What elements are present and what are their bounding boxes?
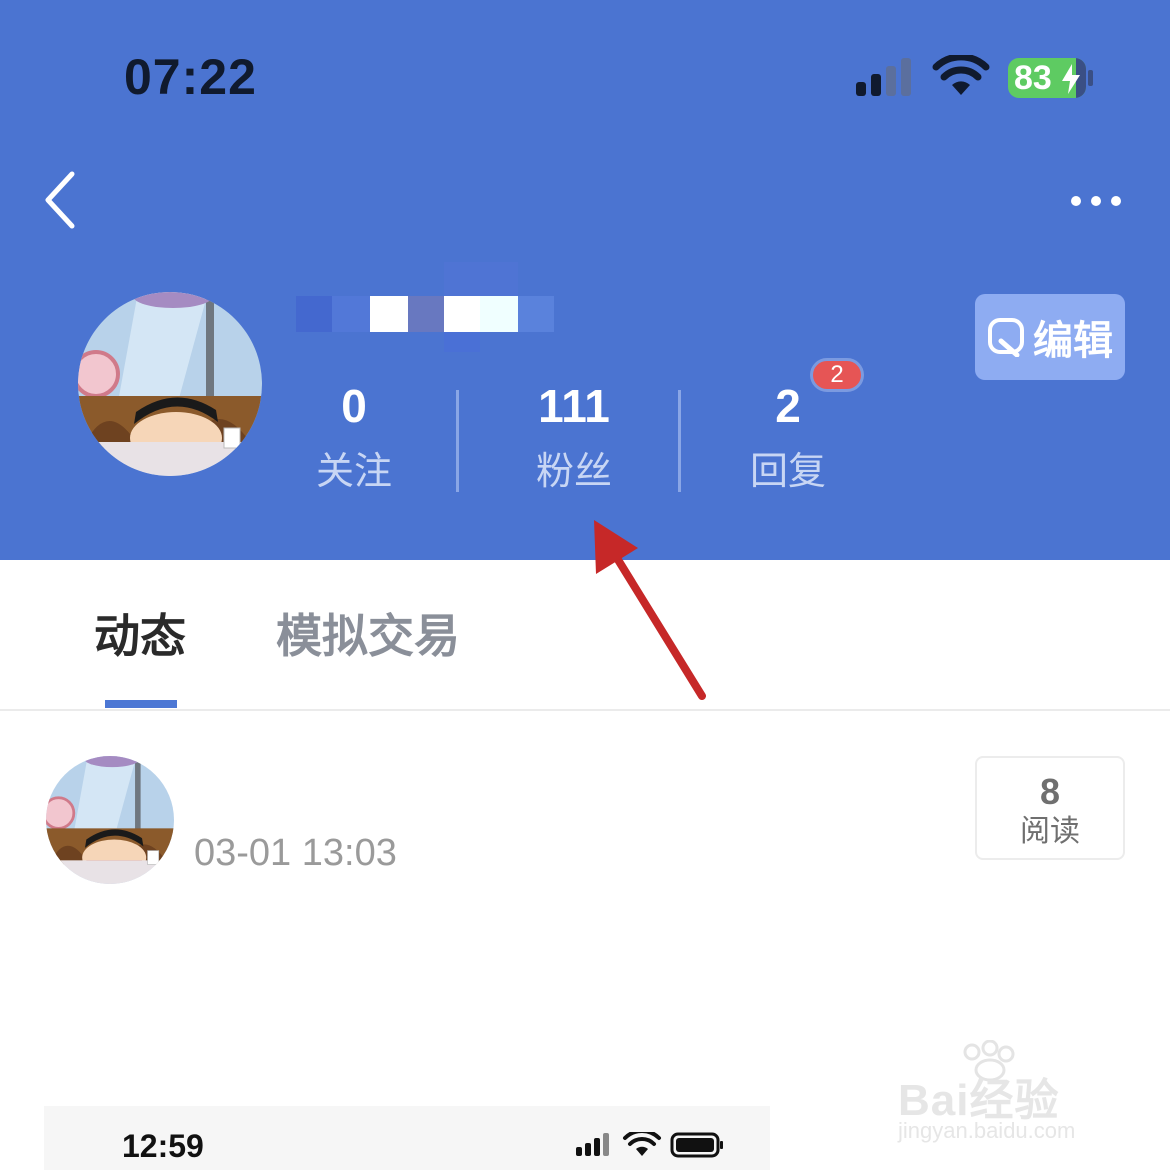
tab-feed[interactable]: 动态	[94, 606, 186, 666]
stat-following[interactable]: 0 关注	[264, 378, 444, 496]
active-tab-indicator	[105, 700, 177, 708]
battery-level: 83	[1014, 59, 1052, 97]
following-label: 关注	[315, 449, 392, 493]
fans-label: 粉丝	[535, 449, 612, 493]
stat-replies[interactable]: 2 回复	[698, 378, 878, 496]
embedded-screenshot: 12:59	[44, 1106, 770, 1170]
stat-divider	[678, 390, 681, 492]
read-count: 8	[1039, 771, 1061, 812]
tab-divider	[0, 709, 1170, 711]
read-count-box: 8 阅读	[975, 756, 1125, 860]
stat-divider	[456, 390, 459, 492]
battery-cap	[1088, 70, 1093, 86]
post-avatar[interactable]	[46, 756, 174, 884]
username-redacted	[296, 262, 554, 352]
post-timestamp: 03-01 13:03	[194, 832, 397, 874]
back-chevron-icon[interactable]	[40, 170, 80, 230]
edit-icon	[988, 318, 1024, 357]
replies-badge: 2	[810, 358, 864, 392]
read-label: 阅读	[1020, 814, 1080, 849]
tab-simulated-trading[interactable]: 模拟交易	[276, 606, 460, 666]
fans-count: 111	[538, 380, 610, 432]
replies-label: 回复	[749, 449, 826, 493]
cellular-signal-icon	[856, 58, 911, 96]
inset-status-time: 12:59	[122, 1128, 204, 1164]
wifi-icon	[932, 55, 990, 95]
stat-fans[interactable]: 111 粉丝	[484, 378, 664, 496]
inset-status-icons	[576, 1132, 723, 1158]
watermark-url: jingyan.baidu.com	[898, 1118, 1076, 1143]
charging-bolt-icon	[1062, 64, 1080, 94]
more-options-icon[interactable]	[1066, 186, 1126, 216]
edit-profile-button[interactable]: 编辑	[975, 294, 1125, 380]
status-time: 07:22	[124, 49, 257, 105]
edit-label: 编辑	[1033, 318, 1113, 364]
profile-avatar[interactable]	[78, 292, 262, 476]
following-count: 0	[341, 380, 367, 432]
baidu-jingyan-watermark: Bai经验 jingyan.baidu.com	[880, 1040, 1120, 1160]
